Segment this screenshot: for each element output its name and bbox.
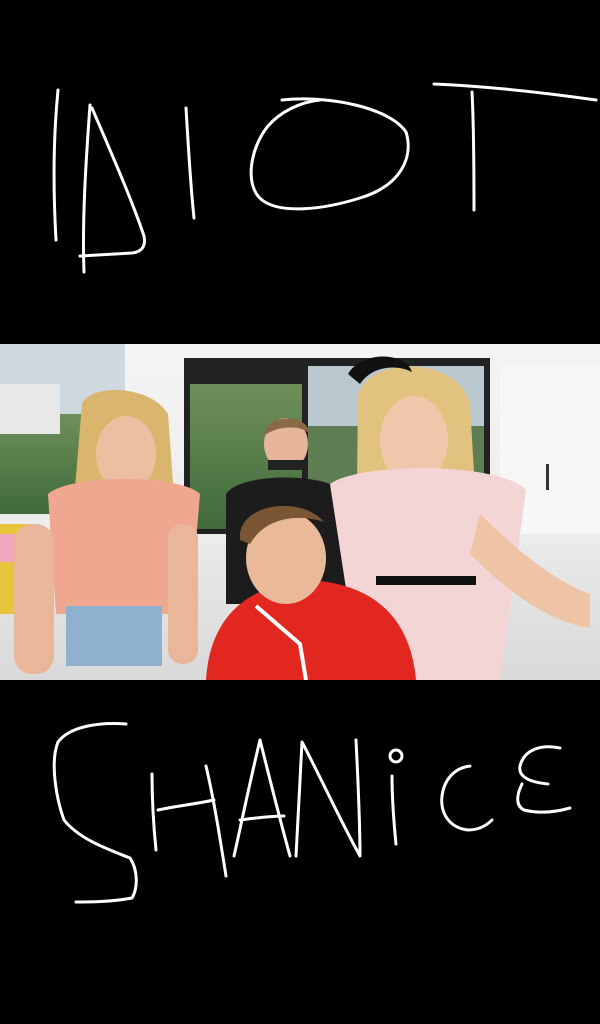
letter-C (440, 764, 494, 832)
woman-left-shorts (66, 606, 162, 666)
canvas: IDIOT (0, 0, 600, 1024)
bottom-caption-band: SHANiCE (0, 680, 600, 1024)
top-caption-scribble (52, 82, 598, 274)
woman-right-belt (376, 576, 476, 585)
woman-left-arm-right (168, 524, 198, 664)
letter-I-1 (52, 88, 60, 242)
left-window-house (0, 384, 60, 434)
letter-T (432, 82, 598, 212)
letter-D (78, 103, 146, 274)
letter-H (150, 764, 228, 878)
photo-illustration (0, 344, 600, 680)
letter-I-2 (184, 106, 196, 220)
cabinet-handle (546, 464, 549, 490)
bottom-caption-scribble (52, 722, 572, 904)
letter-N (294, 738, 362, 858)
woman-left-arm (14, 524, 54, 674)
top-caption-band: IDIOT (0, 0, 600, 344)
letter-E (516, 745, 572, 814)
letter-A (232, 738, 292, 858)
letter-i (390, 774, 398, 846)
person-glasses-glasses (268, 460, 308, 470)
letter-i-dot (388, 748, 404, 764)
letter-S (52, 722, 138, 904)
photo (0, 344, 600, 680)
letter-O (249, 97, 410, 211)
